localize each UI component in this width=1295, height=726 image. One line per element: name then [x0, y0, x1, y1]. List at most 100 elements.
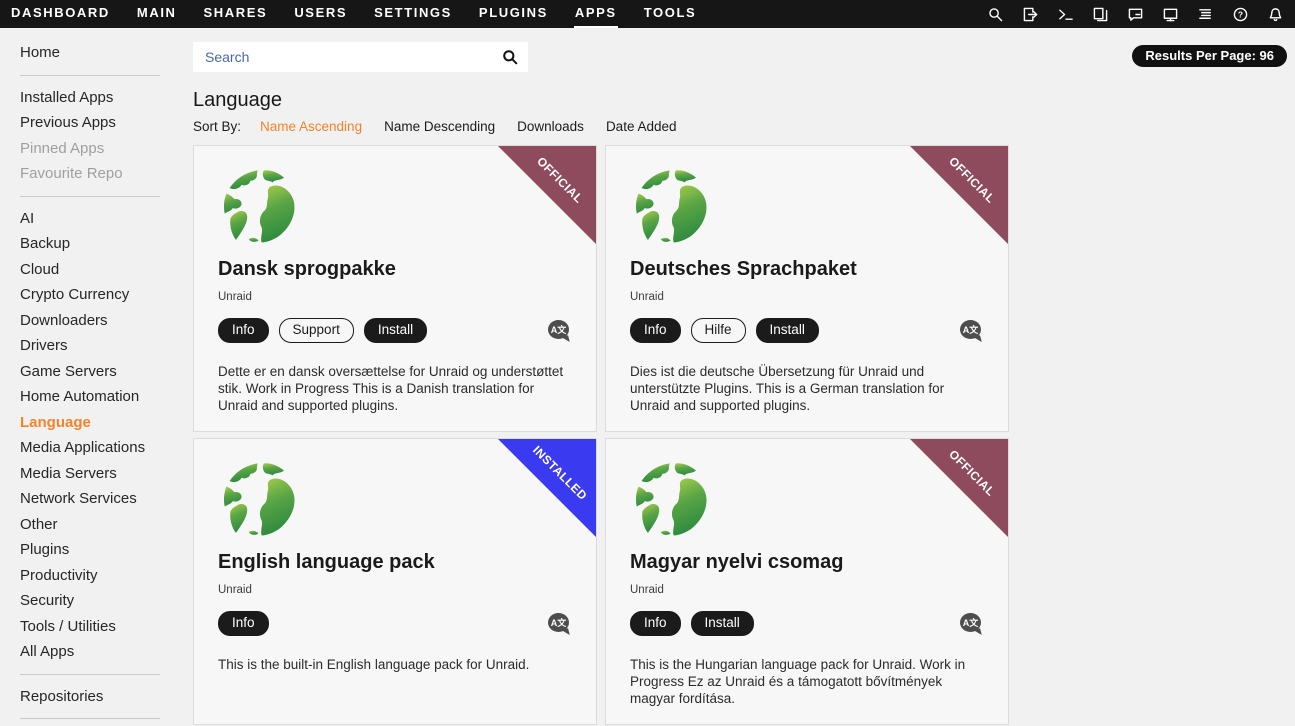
sidebar-item-backup[interactable]: Backup [20, 231, 178, 257]
navbar-icons: ? [987, 6, 1285, 22]
app-title: Magyar nyelvi csomag [630, 551, 984, 574]
app-author: Unraid [218, 584, 572, 596]
sort-bar: Sort By: Name Ascending Name Descending … [193, 119, 1295, 134]
search-box [193, 42, 528, 72]
sort-by-label: Sort By: [193, 119, 241, 134]
app-author: Unraid [218, 291, 572, 303]
feedback-icon[interactable] [1127, 6, 1143, 22]
support-button[interactable]: Hilfe [691, 318, 746, 343]
sidebar-item-drivers[interactable]: Drivers [20, 333, 178, 359]
sidebar-item-favourite-repo: Favourite Repo [20, 161, 178, 187]
help-icon[interactable]: ? [1232, 6, 1248, 22]
info-button[interactable]: Info [218, 318, 269, 343]
official-ribbon: OFFICIAL [498, 146, 596, 244]
sidebar-item-other[interactable]: Other [20, 512, 178, 538]
sidebar: Home Installed Apps Previous Apps Pinned… [0, 28, 178, 726]
info-button[interactable]: Info [630, 611, 681, 636]
logout-icon[interactable] [1022, 6, 1038, 22]
info-button[interactable]: Info [630, 318, 681, 343]
sidebar-item-media-applications[interactable]: Media Applications [20, 435, 178, 461]
translate-icon: A文 [548, 320, 570, 341]
sidebar-item-previous-apps[interactable]: Previous Apps [20, 110, 178, 136]
app-title: Deutsches Sprachpaket [630, 258, 984, 281]
sidebar-item-repositories[interactable]: Repositories [20, 684, 178, 710]
sidebar-item-game-servers[interactable]: Game Servers [20, 359, 178, 385]
app-description: Dette er en dansk oversættelse for Unrai… [218, 363, 572, 414]
svg-text:?: ? [1237, 9, 1242, 19]
sidebar-item-ai[interactable]: AI [20, 206, 178, 232]
notifications-bell-icon[interactable] [1267, 6, 1283, 22]
app-card-english-language-pack: INSTALLED English language pack Unraid I… [193, 438, 597, 725]
install-button[interactable]: Install [364, 318, 427, 343]
app-title: English language pack [218, 551, 572, 574]
app-description: This is the Hungarian language pack for … [630, 656, 984, 707]
main-content: Results Per Page: 96 Language Sort By: N… [178, 28, 1295, 726]
sidebar-item-network-services[interactable]: Network Services [20, 486, 178, 512]
sidebar-item-productivity[interactable]: Productivity [20, 563, 178, 589]
terminal-icon[interactable] [1057, 6, 1073, 22]
sidebar-divider [20, 718, 160, 719]
installed-ribbon: INSTALLED [498, 439, 596, 537]
sidebar-item-installed-apps[interactable]: Installed Apps [20, 85, 178, 111]
nav-plugins[interactable]: PLUGINS [478, 0, 549, 28]
search-icon[interactable] [987, 6, 1003, 22]
nav-users[interactable]: USERS [293, 0, 348, 28]
app-card-dansk-sprogpakke: OFFICIAL Dansk sprogpakke Unrai [193, 145, 597, 432]
sidebar-item-crypto-currency[interactable]: Crypto Currency [20, 282, 178, 308]
official-ribbon: OFFICIAL [910, 146, 1008, 244]
top-navbar: DASHBOARD MAIN SHARES USERS SETTINGS PLU… [0, 0, 1295, 28]
main-menu: DASHBOARD MAIN SHARES USERS SETTINGS PLU… [10, 0, 697, 28]
install-button[interactable]: Install [756, 318, 819, 343]
install-button[interactable]: Install [691, 611, 754, 636]
nav-apps[interactable]: APPS [574, 0, 618, 28]
translate-icon: A文 [960, 613, 982, 634]
sort-downloads[interactable]: Downloads [517, 119, 584, 134]
page-title: Language [193, 89, 1295, 112]
sidebar-divider [20, 674, 160, 675]
sidebar-item-tools-utilities[interactable]: Tools / Utilities [20, 614, 178, 640]
sort-name-descending[interactable]: Name Descending [384, 119, 495, 134]
nav-main[interactable]: MAIN [136, 0, 178, 28]
nav-shares[interactable]: SHARES [203, 0, 269, 28]
search-input[interactable] [205, 49, 502, 65]
sidebar-item-pinned-apps: Pinned Apps [20, 136, 178, 162]
sidebar-item-all-apps[interactable]: All Apps [20, 639, 178, 665]
app-description: Dies ist die deutsche Übersetzung für Un… [630, 363, 984, 414]
translate-icon: A文 [960, 320, 982, 341]
app-author: Unraid [630, 291, 984, 303]
app-card-grid: OFFICIAL Dansk sprogpakke Unrai [193, 145, 1295, 725]
sidebar-item-media-servers[interactable]: Media Servers [20, 461, 178, 487]
sidebar-item-security[interactable]: Security [20, 588, 178, 614]
official-ribbon: OFFICIAL [910, 439, 1008, 537]
sort-name-ascending[interactable]: Name Ascending [260, 119, 362, 134]
nav-dashboard[interactable]: DASHBOARD [10, 0, 111, 28]
app-description: This is the built-in English language pa… [218, 656, 572, 673]
globe-app-icon [218, 168, 302, 248]
sidebar-item-home-automation[interactable]: Home Automation [20, 384, 178, 410]
app-author: Unraid [630, 584, 984, 596]
globe-app-icon [630, 168, 714, 248]
search-submit-icon[interactable] [502, 49, 518, 65]
nav-tools[interactable]: TOOLS [643, 0, 698, 28]
app-title: Dansk sprogpakke [218, 258, 572, 281]
sidebar-divider [20, 196, 160, 197]
sidebar-item-home[interactable]: Home [20, 40, 178, 66]
sidebar-item-downloaders[interactable]: Downloaders [20, 308, 178, 334]
support-button[interactable]: Support [279, 318, 354, 343]
log-icon[interactable] [1197, 6, 1213, 22]
translate-icon: A文 [548, 613, 570, 634]
sidebar-item-cloud[interactable]: Cloud [20, 257, 178, 283]
copy-icon[interactable] [1092, 6, 1108, 22]
app-card-magyar-nyelvi-csomag: OFFICIAL Magyar nyelvi csomag Unraid Inf… [605, 438, 1009, 725]
globe-app-icon [630, 461, 714, 541]
sidebar-item-language[interactable]: Language [20, 410, 178, 436]
results-per-page-pill[interactable]: Results Per Page: 96 [1132, 45, 1287, 67]
sidebar-divider [20, 75, 160, 76]
app-card-deutsches-sprachpaket: OFFICIAL Deutsches Sprachpaket Unraid In… [605, 145, 1009, 432]
monitor-icon[interactable] [1162, 6, 1178, 22]
sidebar-item-plugins[interactable]: Plugins [20, 537, 178, 563]
globe-app-icon [218, 461, 302, 541]
sort-date-added[interactable]: Date Added [606, 119, 677, 134]
info-button[interactable]: Info [218, 611, 269, 636]
nav-settings[interactable]: SETTINGS [373, 0, 453, 28]
